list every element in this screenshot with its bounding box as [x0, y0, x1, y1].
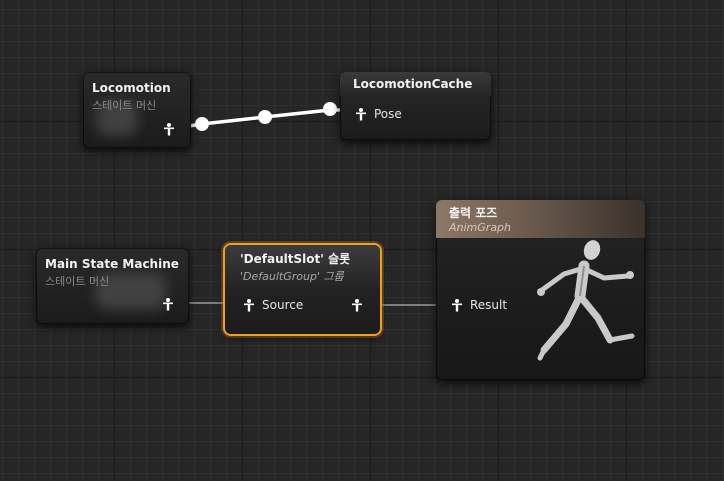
pin-label: Source	[262, 298, 304, 312]
pose-output-pin[interactable]	[162, 298, 174, 311]
reroute-knot[interactable]	[323, 102, 337, 116]
node-subtitle: AnimGraph	[449, 221, 512, 234]
pose-pin-icon	[163, 298, 173, 311]
pose-pin-icon	[356, 108, 366, 121]
node-subtitle: 스테이트 머신	[92, 99, 157, 112]
node-subtitle: 'DefaultGroup' 그룹	[240, 270, 344, 283]
pose-input-pin[interactable]	[355, 108, 367, 121]
pin-label: Pose	[374, 107, 402, 121]
node-title: Main State Machine	[45, 257, 179, 271]
result-input-pin[interactable]	[451, 299, 463, 312]
pose-pin-icon	[164, 123, 174, 136]
locomotion-cache-node[interactable]: LocomotionCache Pose	[340, 72, 491, 140]
wire-locomotion-to-cache[interactable]	[174, 102, 350, 131]
reroute-knot[interactable]	[258, 110, 272, 124]
source-input-pin[interactable]	[243, 299, 255, 312]
node-subtitle: 스테이트 머신	[45, 275, 110, 288]
main-state-machine-node[interactable]: Main State Machine 스테이트 머신	[36, 248, 189, 324]
pose-pin-icon	[244, 299, 254, 312]
node-title: LocomotionCache	[353, 77, 473, 91]
pin-label: Result	[470, 298, 508, 312]
output-pose-node[interactable]: 출력 포즈 AnimGraph Result	[436, 200, 645, 380]
node-title: Locomotion	[92, 81, 171, 95]
default-slot-node[interactable]: 'DefaultSlot' 슬롯 'DefaultGroup' 그룹 Sourc…	[225, 245, 380, 334]
pose-pin-icon	[352, 299, 362, 312]
node-title: 'DefaultSlot' 슬롯	[240, 252, 351, 266]
locomotion-node[interactable]: Locomotion 스테이트 머신	[83, 72, 191, 148]
reroute-knot[interactable]	[195, 117, 209, 131]
pose-output-pin[interactable]	[351, 299, 363, 312]
pose-pin-icon	[452, 299, 462, 312]
running-mannequin-icon	[537, 240, 635, 361]
pose-output-pin[interactable]	[163, 123, 175, 136]
node-title: 출력 포즈	[449, 206, 498, 220]
